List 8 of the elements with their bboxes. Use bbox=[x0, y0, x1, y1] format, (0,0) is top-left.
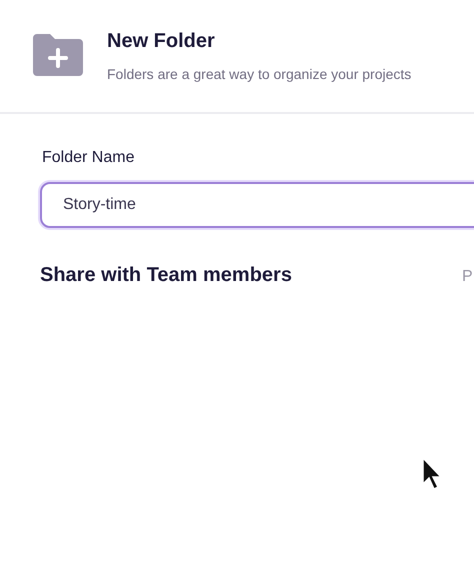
dialog-title: New Folder bbox=[107, 29, 216, 54]
folder-name-field[interactable]: Story-time bbox=[40, 182, 474, 228]
column-header: P bbox=[462, 267, 473, 287]
field-label: Folder Name bbox=[42, 148, 134, 168]
mouse-cursor-icon bbox=[422, 457, 442, 490]
folder-add-icon bbox=[33, 34, 83, 76]
dialog-subtitle: Folders are a great way to organize your projects bbox=[107, 65, 412, 84]
section-title: Share with Team members bbox=[40, 263, 293, 288]
